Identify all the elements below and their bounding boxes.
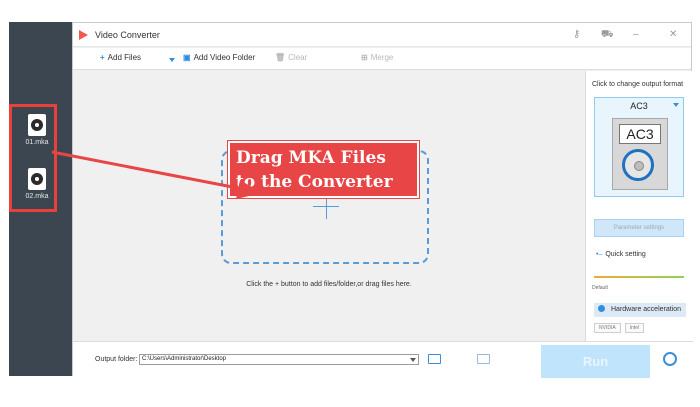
folder-plus-icon: ▣ — [183, 53, 191, 62]
cd-disc-icon — [622, 149, 654, 181]
output-folder-field[interactable]: C:\Users\Administrator\Desktop — [139, 354, 419, 365]
app-title: Video Converter — [95, 30, 160, 40]
hardware-acceleration-toggle[interactable]: Hardware acceleration — [594, 303, 686, 317]
merge-icon: ⊞ — [361, 53, 368, 62]
open-folder-icon[interactable] — [428, 354, 441, 364]
output-format-selector[interactable]: AC3 AC3 — [594, 97, 684, 197]
add-files-button[interactable]: + Add Files — [100, 53, 141, 62]
gpu-vendors: NVIDIA Intel — [594, 323, 686, 335]
quick-setting-label: •– Quick setting — [596, 251, 646, 258]
nvidia-badge[interactable]: NVIDIA — [594, 323, 621, 333]
slider-default-label: Default — [592, 285, 608, 291]
file-list-area[interactable]: Click the + button to add files/folder,o… — [73, 71, 585, 341]
minimize-icon[interactable]: – — [633, 29, 639, 40]
toggle-icon — [598, 305, 605, 312]
quality-slider[interactable] — [594, 276, 684, 278]
callout-line-2: to the Converter — [236, 172, 393, 192]
run-button[interactable]: Run — [541, 345, 650, 378]
app-logo-icon — [79, 30, 88, 40]
output-format-panel: Click to change output format AC3 AC3 Pa… — [585, 71, 693, 341]
close-icon[interactable]: ✕ — [669, 29, 677, 40]
title-bar: Video Converter ⚷ ⛟ – ✕ — [73, 23, 691, 47]
merge-button[interactable]: ⊞ Merge — [361, 53, 393, 62]
chevron-down-icon — [673, 103, 679, 107]
bottom-bar: Output folder: C:\Users\Administrator\De… — [73, 341, 693, 378]
toolbar: + Add Files ▣ Add Video Folder 🗑 Clear ⊞ Mer… — [73, 48, 691, 70]
instruction-callout: Drag MKA Files to the Converter — [228, 141, 419, 198]
slider-icon: •– — [596, 251, 603, 258]
parameter-settings-button[interactable]: Parameter settings — [594, 219, 684, 237]
intel-badge[interactable]: Intel — [624, 323, 645, 333]
add-files-dropdown-icon[interactable] — [169, 55, 175, 64]
ac3-format-icon: AC3 — [612, 118, 668, 190]
drop-hint-text: Click the + button to add files/folder,o… — [246, 281, 412, 288]
trash-icon: 🗑 — [275, 53, 286, 62]
browse-folder-icon[interactable] — [477, 354, 490, 364]
app-window: Video Converter ⚷ ⛟ – ✕ + Add Files ▣ Add … — [72, 22, 693, 378]
file-selection-highlight — [9, 104, 57, 212]
alarm-clock-icon[interactable] — [663, 352, 677, 366]
key-icon[interactable]: ⚷ — [573, 29, 580, 40]
add-video-folder-button[interactable]: ▣ Add Video Folder — [183, 53, 255, 62]
cart-icon[interactable]: ⛟ — [601, 29, 614, 42]
callout-line-1: Drag MKA Files — [236, 148, 386, 168]
chevron-down-icon[interactable] — [410, 358, 416, 362]
output-format-name: AC3 — [630, 101, 648, 111]
output-format-heading: Click to change output format — [592, 81, 684, 88]
plus-icon: + — [100, 53, 105, 62]
screenshot-frame: 01.mka 02.mka Video Converter ⚷ ⛟ – ✕ + A… — [0, 0, 700, 407]
clear-button[interactable]: 🗑 Clear — [275, 53, 307, 62]
output-folder-label: Output folder: — [95, 356, 138, 363]
